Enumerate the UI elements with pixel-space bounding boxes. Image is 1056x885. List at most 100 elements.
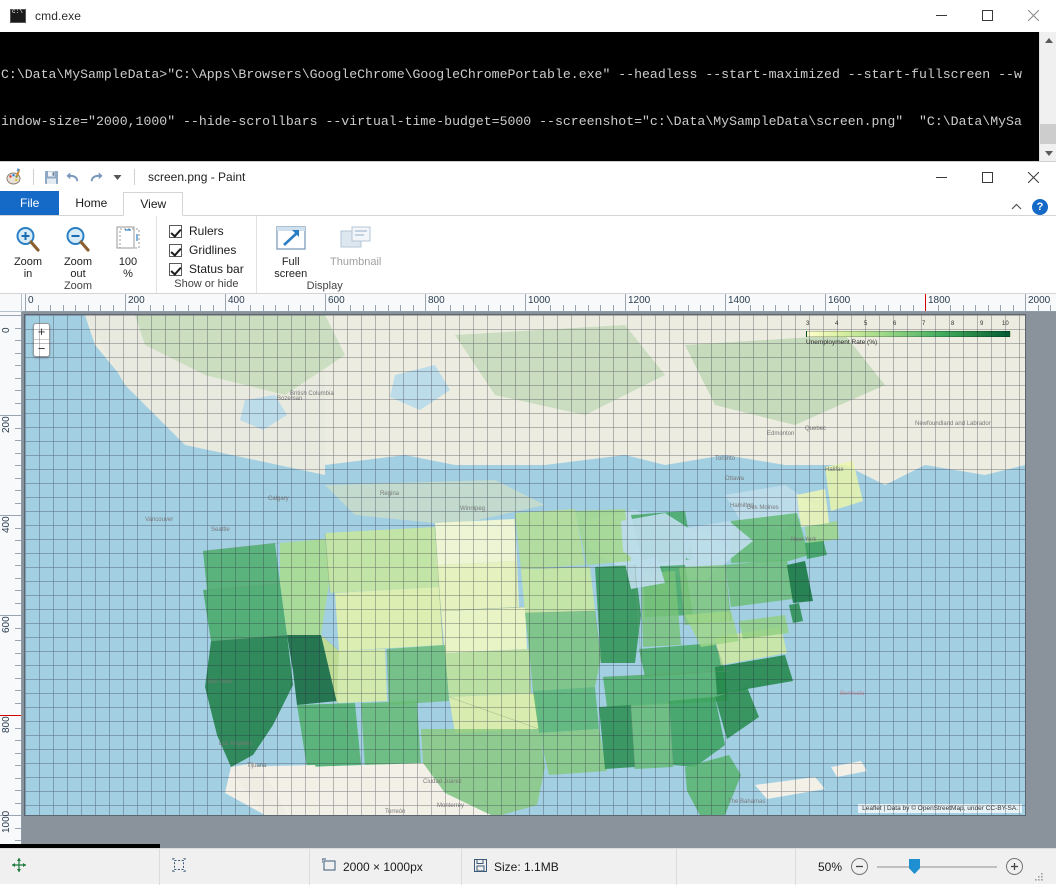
save-icon[interactable] (41, 167, 61, 187)
ruler-label: 400 (225, 295, 245, 306)
cmd-console-output[interactable]: C:\Data\MySampleData>"C:\Apps\Browsers\G… (0, 32, 1056, 161)
redo-icon[interactable] (85, 167, 105, 187)
ruler-minor-tick (200, 305, 201, 311)
checkbox-gridlines-label: Gridlines (189, 243, 236, 257)
ruler-minor-tick (15, 640, 21, 641)
ruler-minor-tick (15, 603, 21, 604)
paint-window-title: screen.png - Paint (148, 170, 245, 184)
ruler-minor-tick (15, 803, 21, 804)
ruler-minor-tick (1013, 305, 1014, 311)
cmd-titlebar[interactable]: cmd.exe (0, 0, 1056, 32)
svg-text:Ottawa: Ottawa (725, 476, 745, 482)
zoom-slider-thumb[interactable] (909, 859, 920, 874)
svg-text:Hamilton: Hamilton (730, 503, 754, 509)
ruler-minor-tick (688, 305, 689, 311)
ruler-minor-tick (63, 305, 64, 311)
scroll-down-arrow-icon[interactable] (1040, 144, 1056, 161)
paint-close-button[interactable] (1010, 161, 1056, 193)
svg-text:Seattle: Seattle (211, 527, 230, 533)
console-icon (10, 9, 26, 23)
ribbon-group-zoom-label: Zoom (4, 280, 152, 295)
map-attribution[interactable]: Leaflet | Data by © OpenStreetMap, under… (858, 804, 1022, 813)
svg-text:Newfoundland and Labrador: Newfoundland and Labrador (915, 421, 991, 427)
zoom-in-button[interactable]: Zoom in (4, 220, 52, 280)
checkbox-gridlines[interactable]: Gridlines (169, 243, 244, 257)
full-screen-label-line2: screen (274, 268, 307, 280)
map-zoom-out-button[interactable]: − (34, 340, 49, 356)
paint-canvas[interactable]: Bozeman Calgary Regina Winnipeg Vancouve… (25, 315, 1025, 815)
tab-home[interactable]: Home (59, 191, 123, 215)
actual-size-button[interactable]: 100 % (104, 220, 152, 280)
zoom-out-label-line2: out (70, 268, 85, 280)
ruler-label: 600 (1, 616, 12, 633)
ruler-minor-tick (713, 305, 714, 311)
ruler-minor-tick (15, 778, 21, 779)
svg-text:Torreón: Torreón (385, 809, 405, 815)
status-zoom-in-icon[interactable] (1006, 858, 1023, 875)
ruler-minor-tick (300, 305, 301, 311)
zoom-slider-track (877, 866, 997, 868)
check-icon (169, 225, 182, 238)
zoom-slider[interactable] (877, 858, 997, 875)
ruler-minor-tick (163, 305, 164, 311)
ruler-minor-tick (15, 665, 21, 666)
ruler-minor-tick (913, 305, 914, 311)
legend-tick-labels: 3 4 5 6 7 8 9 10 (806, 321, 1011, 331)
ruler-minor-tick (900, 305, 901, 311)
full-screen-label-line1: Full (282, 256, 300, 268)
cmd-minimize-button[interactable] (918, 0, 964, 32)
tab-view[interactable]: View (123, 192, 183, 216)
svg-text:Regina: Regina (380, 491, 400, 497)
ruler-minor-tick (850, 305, 851, 311)
svg-text:Halifax: Halifax (825, 467, 843, 473)
paint-titlebar[interactable]: screen.png - Paint (0, 162, 1056, 192)
checkbox-rulers[interactable]: Rulers (169, 224, 244, 238)
paint-minimize-button[interactable] (918, 161, 964, 193)
paint-maximize-button[interactable] (964, 161, 1010, 193)
svg-text:Vancouver: Vancouver (145, 517, 173, 523)
ruler-minor-tick (188, 305, 189, 311)
ruler-minor-tick (15, 403, 21, 404)
cmd-close-button[interactable] (1010, 0, 1056, 32)
ruler-major-tick (0, 315, 22, 316)
checkbox-status-bar-label: Status bar (189, 262, 244, 276)
undo-icon[interactable] (63, 167, 83, 187)
zoom-out-button[interactable]: Zoom out (54, 220, 102, 280)
tab-file[interactable]: File (0, 191, 59, 215)
ruler-minor-tick (550, 305, 551, 311)
status-zoom-out-icon[interactable] (851, 858, 868, 875)
ruler-minor-tick (15, 628, 21, 629)
map-legend: 3 4 5 6 7 8 9 10 Unemployment Rate (%) (806, 321, 1011, 346)
svg-text:Winnipeg: Winnipeg (460, 506, 485, 512)
full-screen-button[interactable]: Full screen (267, 220, 315, 280)
ruler-minor-tick (113, 305, 114, 311)
cmd-scrollbar-thumb[interactable] (1040, 124, 1056, 144)
ruler-label: 400 (1, 516, 12, 533)
cmd-vertical-scrollbar[interactable] (1039, 32, 1056, 161)
cmd-window: cmd.exe C:\Data\MySampleData>"C:\Apps\Br… (0, 0, 1056, 162)
qat-separator (33, 169, 34, 185)
collapse-ribbon-chevron-up-icon[interactable] (1011, 201, 1022, 213)
cursor-position-icon (12, 858, 26, 875)
map-zoom-in-button[interactable]: + (34, 324, 49, 340)
cmd-window-buttons (918, 0, 1056, 32)
ribbon-view-tab: Zoom in Zoom out (0, 216, 1056, 294)
ruler-minor-tick (15, 503, 21, 504)
ruler-minor-tick (15, 703, 21, 704)
ruler-minor-tick (763, 305, 764, 311)
ruler-minor-tick (538, 305, 539, 311)
canvas-scroll-area[interactable]: Bozeman Calgary Regina Winnipeg Vancouve… (22, 312, 1056, 848)
customize-qat-chevron-down-icon[interactable] (107, 167, 127, 187)
svg-text:Monterrey: Monterrey (437, 803, 464, 809)
ruler-minor-tick (15, 790, 21, 791)
ruler-minor-tick (863, 305, 864, 311)
ruler-minor-tick (575, 305, 576, 311)
map-zoom-control[interactable]: + − (33, 323, 50, 357)
scroll-up-arrow-icon[interactable] (1040, 32, 1056, 49)
checkbox-status-bar[interactable]: Status bar (169, 262, 244, 276)
ruler-corner (0, 294, 22, 312)
help-icon[interactable]: ? (1032, 199, 1048, 215)
cmd-maximize-button[interactable] (964, 0, 1010, 32)
resize-grip-icon[interactable] (1032, 849, 1046, 885)
zoom-out-icon (63, 222, 93, 256)
